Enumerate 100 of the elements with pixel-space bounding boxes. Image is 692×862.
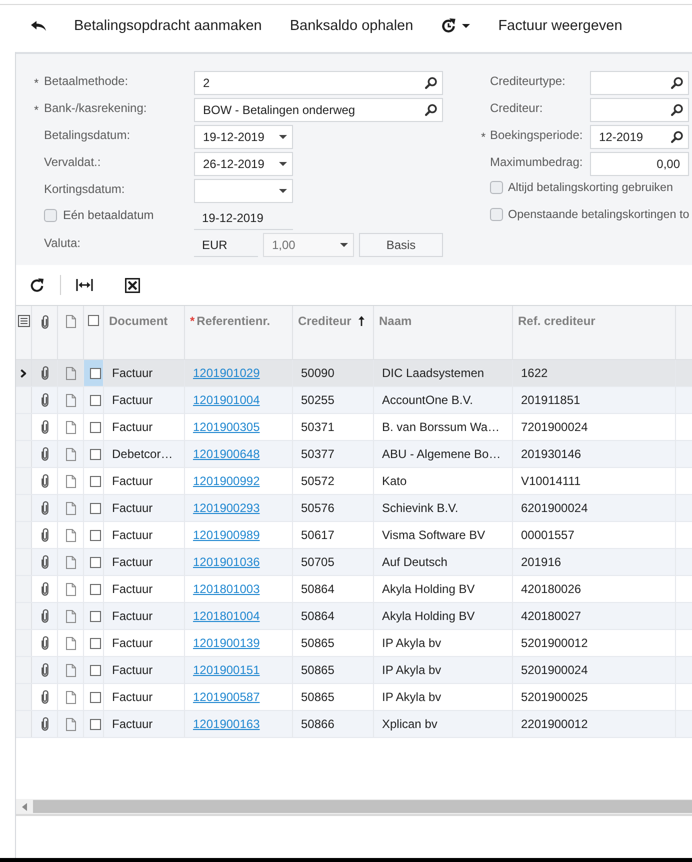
paperclip-icon[interactable] [40, 690, 48, 704]
row-checkbox[interactable] [90, 368, 101, 378]
basis-button[interactable]: Basis [359, 233, 443, 257]
column-header[interactable]: Referentienr. [196, 314, 270, 328]
row-checkbox[interactable] [90, 638, 101, 648]
row-checkbox[interactable] [90, 584, 101, 594]
sort-arrow-icon[interactable] [358, 316, 365, 326]
page-icon[interactable] [66, 610, 76, 622]
paperclip-icon[interactable] [40, 636, 48, 650]
page-icon[interactable] [66, 582, 76, 596]
row-checkbox[interactable] [90, 718, 101, 730]
reference-link[interactable]: 1201801004 [193, 609, 260, 623]
row-checkbox[interactable] [90, 664, 101, 676]
table-row[interactable]: Factuur 1201801004 50864 Akyla Holding BV 420180027 [16, 603, 692, 630]
reference-link[interactable]: 1201900648 [193, 447, 260, 461]
table-row[interactable]: Factuur 1201900151 50865 IP Akyla bv 5201900024 [16, 657, 692, 684]
row-checkbox[interactable] [90, 394, 101, 406]
page-icon[interactable] [66, 556, 76, 568]
table-row[interactable]: Debetcor… 1201900648 50377 ABU - Algemene Bo… 201930146 [16, 441, 692, 468]
readonly-field[interactable]: EUR [194, 233, 258, 257]
paperclip-icon[interactable] [40, 366, 48, 380]
date-field[interactable]: 19-12-2019 [194, 125, 293, 149]
table-row[interactable]: Factuur 1201900587 50865 IP Akyla bv 5201900025 [16, 684, 692, 711]
horizontal-scrollbar[interactable] [16, 799, 692, 816]
search-icon[interactable] [425, 77, 437, 89]
column-header[interactable]: Naam [379, 314, 412, 328]
row-checkbox[interactable] [90, 556, 101, 568]
paperclip-icon[interactable] [40, 528, 48, 542]
page-icon[interactable] [66, 528, 76, 542]
readonly-field[interactable]: 19-12-2019 [194, 206, 293, 230]
reference-link[interactable]: 1201900587 [193, 690, 260, 704]
lookup-field[interactable] [590, 98, 689, 122]
page-icon[interactable] [66, 448, 76, 460]
page-icon[interactable] [66, 718, 76, 730]
page-icon[interactable] [66, 636, 76, 650]
row-checkbox[interactable] [90, 530, 101, 540]
checkbox-label[interactable]: Altijd betalingskorting gebruiken [508, 181, 674, 194]
reference-link[interactable]: 1201801003 [193, 582, 260, 596]
checkbox[interactable] [44, 208, 57, 222]
page-icon[interactable] [66, 366, 76, 380]
checkbox[interactable] [490, 208, 503, 221]
table-row[interactable]: Factuur 1201901029 50090 DIC Laadsystemen 1622 [16, 360, 692, 387]
paperclip-icon[interactable] [40, 582, 48, 596]
checkbox-label[interactable]: Openstaande betalingskortingen to [508, 208, 690, 221]
checkbox[interactable] [490, 181, 503, 194]
paperclip-icon[interactable] [40, 555, 48, 569]
reference-link[interactable]: 1201900163 [193, 717, 260, 731]
paperclip-icon[interactable] [40, 663, 48, 677]
table-row[interactable]: Factuur 1201900293 50576 Schievink B.V. 6201900024 [16, 495, 692, 522]
reference-link[interactable]: 1201900139 [193, 636, 260, 650]
row-checkbox[interactable] [90, 476, 101, 486]
caret-icon[interactable] [279, 135, 287, 139]
table-row[interactable]: Factuur 1201900305 50371 B. van Borssum Wa… 7201900024 [16, 414, 692, 441]
row-checkbox[interactable] [90, 422, 101, 432]
paperclip-icon[interactable] [40, 609, 48, 623]
search-icon[interactable] [671, 104, 683, 116]
column-header[interactable]: Document [109, 314, 168, 328]
toolbar-button[interactable]: Banksaldo ophalen [276, 10, 428, 40]
caret-icon[interactable] [279, 189, 287, 193]
column-header[interactable]: Crediteur [298, 314, 352, 328]
table-row[interactable]: Factuur 1201900989 50617 Visma Software BV 00001557 [16, 522, 692, 549]
scrollbar-thumb[interactable] [33, 800, 692, 813]
caret-icon[interactable] [279, 162, 287, 166]
page-icon[interactable] [66, 502, 76, 514]
search-icon[interactable] [425, 104, 437, 116]
page-icon[interactable] [66, 664, 76, 676]
list-icon[interactable] [18, 315, 30, 327]
row-checkbox[interactable] [90, 502, 101, 514]
page-icon[interactable] [66, 394, 76, 406]
lookup-field[interactable] [590, 71, 689, 95]
column-header[interactable]: Ref. crediteur [518, 314, 596, 328]
toolbar-button[interactable]: Factuur weergeven [484, 10, 636, 40]
date-field[interactable]: 26-12-2019 [194, 152, 293, 176]
paperclip-icon[interactable] [40, 447, 48, 461]
table-row[interactable]: Factuur 1201901036 50705 Auf Deutsch 201916 [16, 549, 692, 576]
table-row[interactable]: Factuur 1201900139 50865 IP Akyla bv 5201900012 [16, 630, 692, 657]
toolbar-button[interactable]: Betalingsopdracht aanmaken [60, 10, 276, 40]
lookup-field[interactable]: BOW - Betalingen onderweg [194, 98, 443, 122]
table-row[interactable]: Factuur 1201900992 50572 Kato V10014111 [16, 468, 692, 495]
page-icon[interactable] [66, 690, 76, 704]
lookup-field[interactable]: 12-2019 [590, 125, 689, 149]
paperclip-icon[interactable] [40, 474, 48, 488]
page-icon[interactable] [66, 420, 76, 434]
reference-link[interactable]: 1201900293 [193, 501, 260, 515]
reference-link[interactable]: 1201900151 [193, 663, 260, 677]
reference-link[interactable]: 1201901036 [193, 555, 260, 569]
paperclip-icon[interactable] [40, 420, 48, 434]
table-row[interactable]: Factuur 1201901004 50255 AccountOne B.V. 201911851 [16, 387, 692, 414]
reference-link[interactable]: 1201901004 [193, 393, 260, 407]
checkbox-label[interactable]: Eén betaaldatum [63, 208, 154, 222]
row-checkbox[interactable] [90, 448, 101, 460]
paperclip-icon[interactable] [40, 717, 48, 731]
search-icon[interactable] [671, 77, 683, 89]
search-icon[interactable] [671, 131, 683, 143]
number-field[interactable]: 0,00 [590, 152, 689, 176]
reference-link[interactable]: 1201900305 [193, 420, 260, 434]
paperclip-icon[interactable] [40, 501, 48, 515]
reference-link[interactable]: 1201900989 [193, 528, 260, 542]
row-checkbox[interactable] [90, 610, 101, 622]
select-all-checkbox[interactable] [88, 315, 99, 326]
